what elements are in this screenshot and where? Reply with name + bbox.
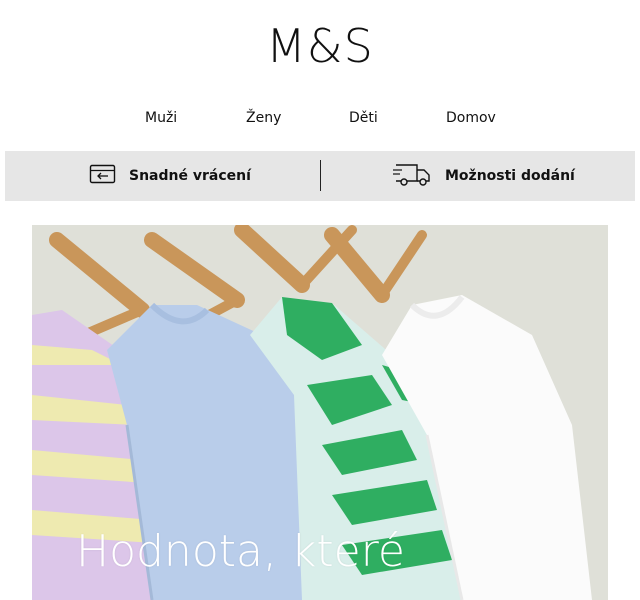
easy-returns-link[interactable]: Snadné vrácení [89, 151, 251, 201]
brand-logo[interactable]: M&S [0, 18, 640, 74]
hero-headline: Hodnota, které [76, 526, 405, 577]
hero-banner[interactable]: Hodnota, které [32, 225, 608, 600]
delivery-options-label: Možnosti dodání [445, 168, 575, 184]
nav-item-domov[interactable]: Domov [446, 108, 496, 128]
nav-item-muzi[interactable]: Muži [145, 108, 177, 128]
delivery-options-link[interactable]: Možnosti dodání [393, 151, 575, 201]
service-divider [320, 160, 321, 191]
delivery-truck-icon [393, 160, 433, 193]
nav-item-deti[interactable]: Děti [349, 108, 378, 128]
return-card-icon [89, 162, 117, 191]
easy-returns-label: Snadné vrácení [129, 168, 251, 184]
nav-item-zeny[interactable]: Ženy [246, 108, 281, 128]
main-nav: Muži Ženy Děti Domov [0, 108, 640, 130]
service-bar: Snadné vrácení Možnosti dodání [5, 151, 635, 201]
